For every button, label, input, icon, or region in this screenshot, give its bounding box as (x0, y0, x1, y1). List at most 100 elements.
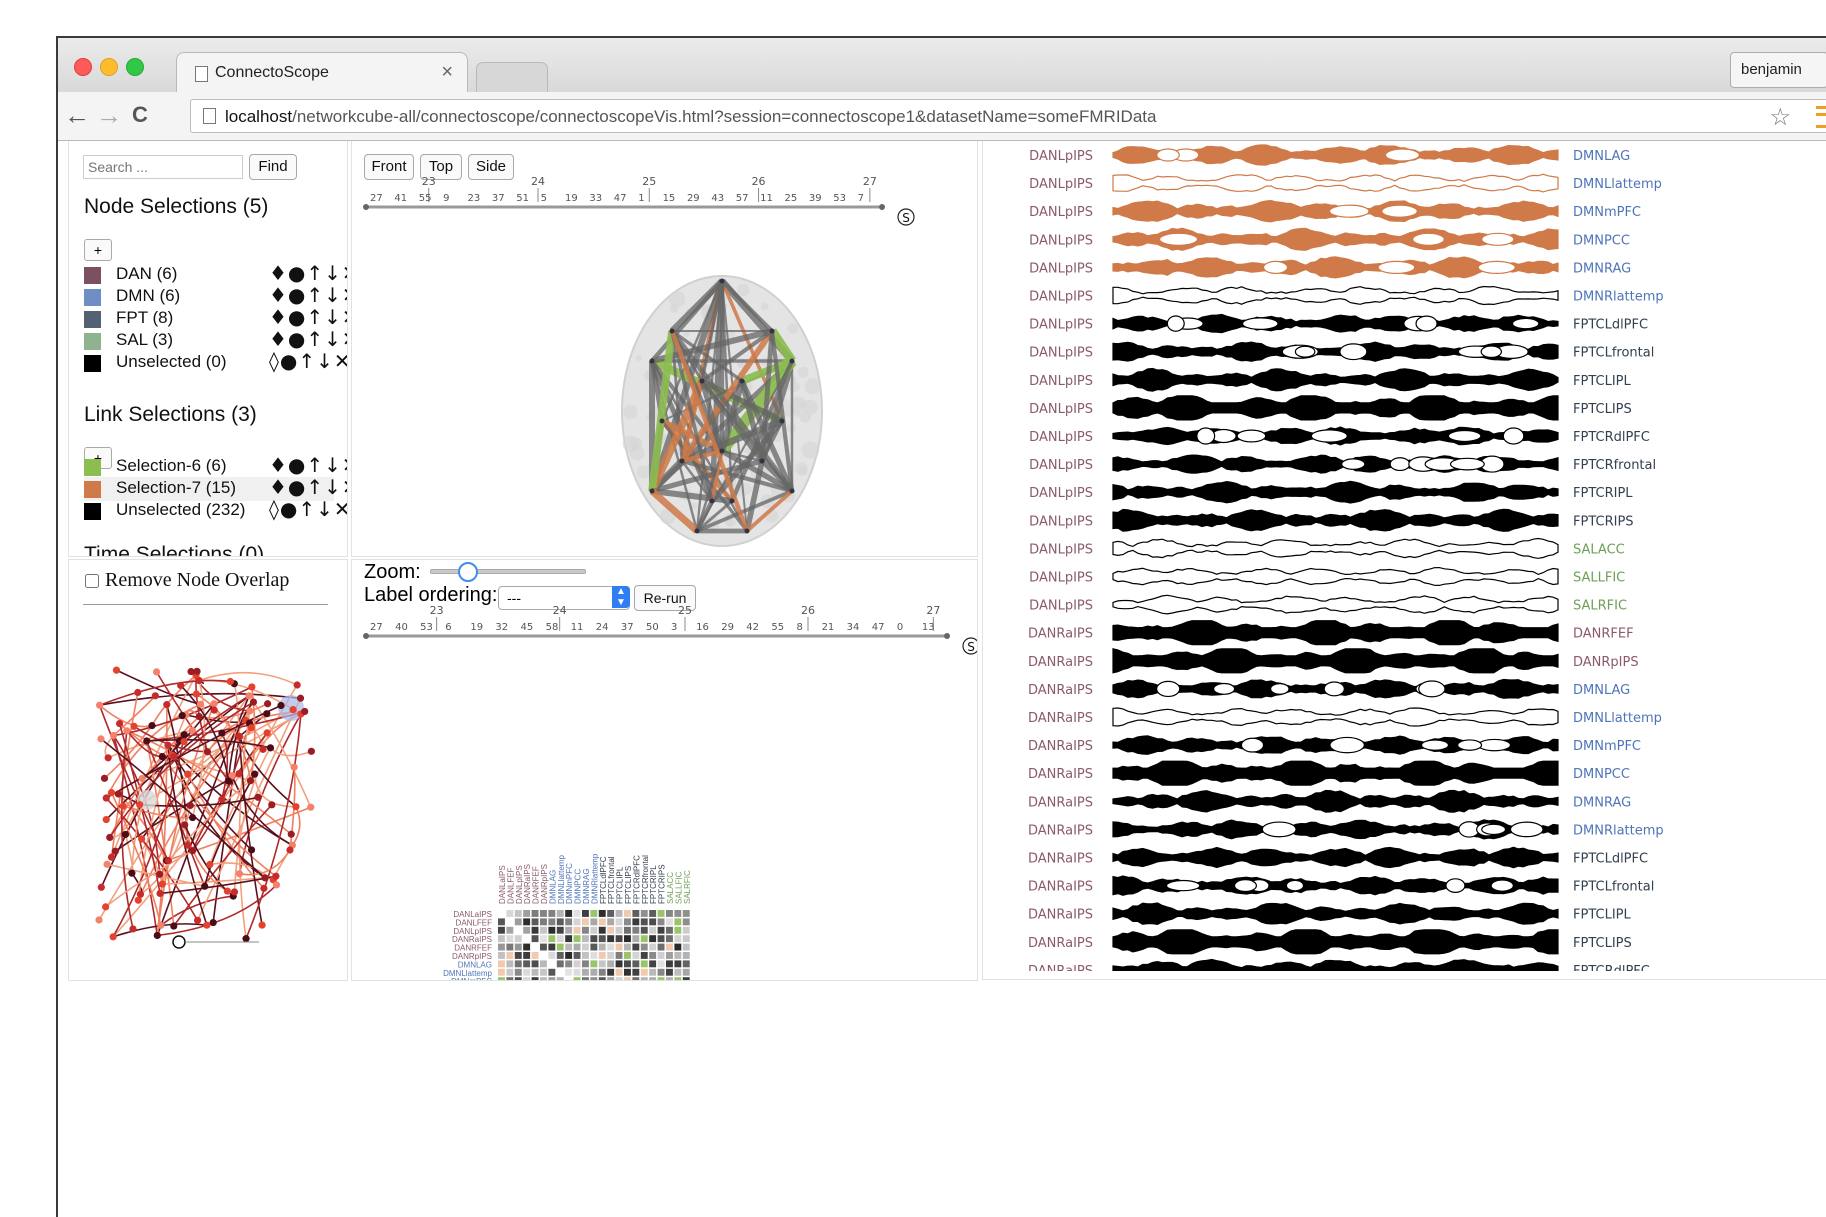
graph-node[interactable] (246, 777, 255, 785)
graph-node[interactable] (103, 860, 111, 868)
brain-node[interactable] (669, 328, 675, 334)
graph-node[interactable] (188, 847, 197, 855)
brain-node[interactable] (719, 448, 725, 454)
timeseries-band[interactable] (1112, 760, 1559, 786)
matrix-cell[interactable] (657, 968, 665, 976)
selection-action-icons[interactable]: ♦●↑↓✕ (269, 283, 347, 307)
graph-node[interactable] (248, 683, 256, 691)
zoom-slider-track[interactable] (430, 569, 586, 574)
matrix-cell[interactable] (514, 918, 522, 926)
matrix-cell[interactable] (666, 926, 673, 934)
graph-node[interactable] (277, 701, 285, 710)
matrix-cell[interactable] (556, 960, 564, 968)
matrix-cell[interactable] (674, 952, 682, 959)
graph-node[interactable] (242, 935, 250, 943)
matrix-cell[interactable] (556, 943, 564, 951)
matrix-cell[interactable] (556, 910, 564, 917)
graph-node[interactable] (201, 882, 209, 890)
tab-connectoscope[interactable]: ConnectoScope × (176, 52, 468, 93)
matrix-cell[interactable] (607, 952, 615, 959)
graph-node[interactable] (129, 925, 137, 933)
brain-node[interactable] (739, 378, 745, 384)
graph-node[interactable] (112, 666, 121, 674)
matrix-cell[interactable] (632, 943, 640, 951)
matrix-cell[interactable] (640, 960, 648, 968)
matrix-cell[interactable] (624, 943, 631, 951)
matrix-cell[interactable] (632, 935, 640, 943)
matrix-cell[interactable] (565, 952, 573, 959)
matrix-cell[interactable] (514, 935, 522, 943)
brain-node[interactable] (649, 358, 655, 364)
graph-node[interactable] (102, 794, 110, 802)
matrix-cell[interactable] (582, 952, 589, 959)
graph-node[interactable] (192, 690, 201, 698)
matrix-cell[interactable] (674, 935, 682, 943)
matrix-cell[interactable] (615, 952, 623, 959)
matrix-cell[interactable] (582, 918, 589, 926)
matrix-cell[interactable] (565, 918, 573, 926)
selection-action-icons[interactable]: ◊●↑↓✕ (269, 349, 347, 373)
graph-node[interactable] (153, 931, 161, 940)
timeseries-band[interactable] (1112, 789, 1559, 813)
graph-node[interactable] (134, 688, 142, 697)
matrix-cell[interactable] (540, 918, 547, 926)
time-slider-handle[interactable] (172, 935, 186, 949)
matrix-cell[interactable] (598, 952, 606, 959)
graph-node[interactable] (138, 774, 146, 783)
graph-node[interactable] (260, 884, 268, 892)
matrix-cell[interactable] (607, 918, 615, 926)
graph-node[interactable] (177, 681, 185, 690)
matrix-cell[interactable] (565, 943, 573, 951)
graph-node[interactable] (235, 770, 243, 778)
matrix-cell[interactable] (573, 968, 581, 976)
matrix-cell[interactable] (598, 926, 606, 934)
graph-node[interactable] (143, 737, 151, 745)
matrix-cell[interactable] (590, 968, 598, 976)
graph-node[interactable] (95, 916, 103, 924)
graph-node[interactable] (268, 801, 276, 809)
matrix-cell[interactable] (590, 918, 598, 926)
graph-node[interactable] (158, 880, 166, 888)
graph-node[interactable] (180, 731, 188, 739)
graph-node[interactable] (188, 813, 197, 822)
graph-node[interactable] (181, 821, 189, 829)
graph-node[interactable] (286, 846, 294, 854)
matrix-cell[interactable] (573, 935, 581, 943)
matrix-cell[interactable] (573, 977, 581, 980)
matrix-cell[interactable] (590, 943, 598, 951)
matrix-cell[interactable] (582, 943, 589, 951)
matrix-cell[interactable] (674, 943, 682, 951)
graph-node[interactable] (209, 918, 217, 927)
matrix-cell[interactable] (649, 918, 657, 926)
timeseries-band[interactable] (1112, 367, 1559, 392)
graph-node[interactable] (100, 774, 109, 782)
matrix-cell[interactable] (674, 977, 682, 980)
timeseries-band[interactable] (1112, 707, 1559, 727)
matrix-cell[interactable] (598, 960, 606, 968)
graph-node[interactable] (307, 803, 315, 811)
brain-node[interactable] (729, 498, 735, 504)
matrix-cell[interactable] (582, 935, 589, 943)
selection-color-swatch[interactable] (84, 289, 101, 306)
graph-node[interactable] (186, 801, 194, 810)
timeseries-band[interactable] (1112, 648, 1559, 674)
matrix-cell[interactable] (649, 943, 657, 951)
matrix-cell[interactable] (590, 926, 598, 934)
matrix-cell[interactable] (674, 918, 682, 926)
matrix-cell[interactable] (682, 910, 690, 917)
matrix-cell[interactable] (666, 977, 673, 980)
matrix-cell[interactable] (498, 943, 505, 951)
matrix-cell[interactable] (523, 943, 531, 951)
selection-color-swatch[interactable] (84, 355, 101, 372)
timeseries-band[interactable] (1112, 395, 1559, 421)
matrix-cell[interactable] (682, 968, 690, 976)
matrix-cell[interactable] (531, 935, 539, 943)
matrix-cell[interactable] (523, 968, 531, 976)
matrix-cell[interactable] (590, 935, 598, 943)
brain-node[interactable] (694, 528, 700, 534)
matrix-cell[interactable] (540, 968, 547, 976)
matrix-cell[interactable] (590, 910, 598, 917)
link-timeseries-list[interactable]: DANLpIPS DMNLAG DANLpIPS DMNLlattemp DANLpIP… (983, 141, 1826, 971)
timeseries-band[interactable] (1112, 620, 1559, 646)
zoom-window-button[interactable] (126, 58, 144, 76)
